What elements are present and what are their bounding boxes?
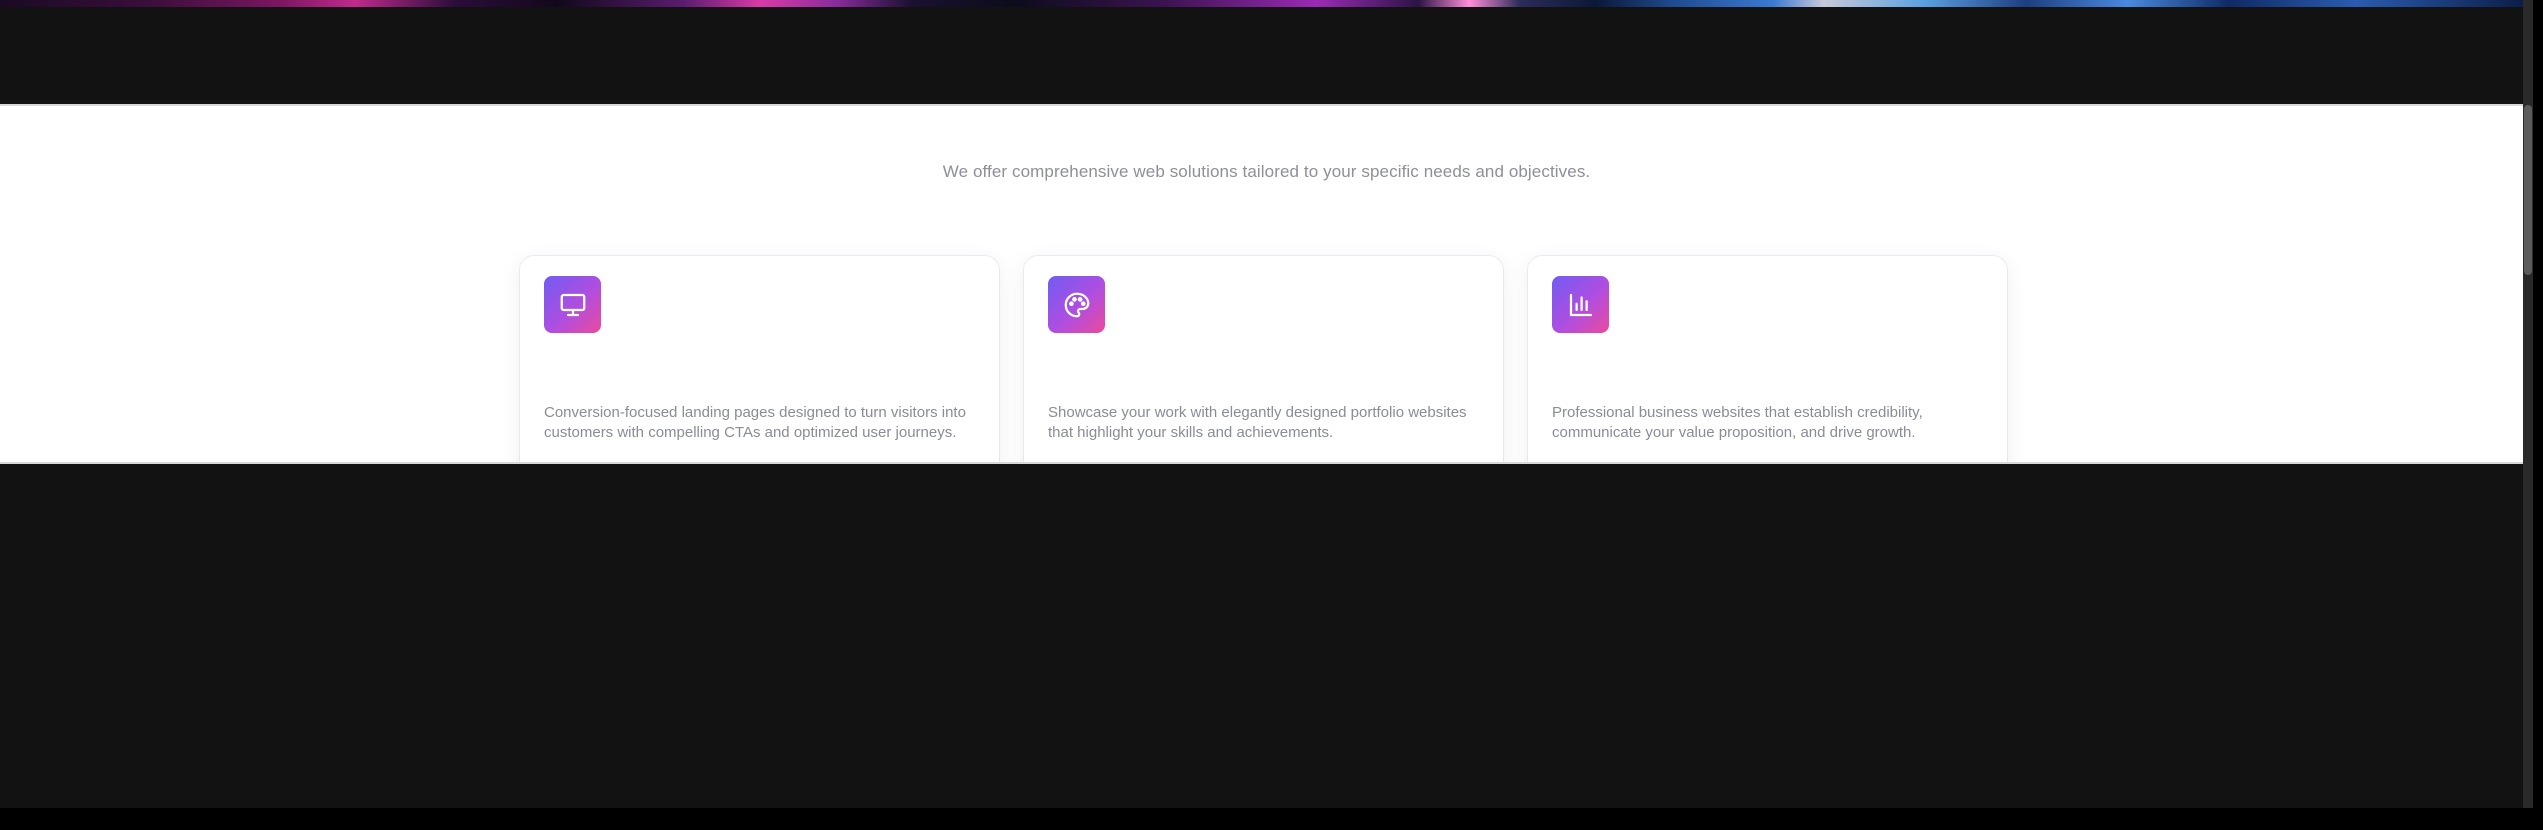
services-section: We offer comprehensive web solutions tai… bbox=[0, 104, 2533, 464]
bar-chart-icon bbox=[1552, 276, 1609, 333]
service-card-landing-page[interactable]: Conversion-focused landing pages designe… bbox=[520, 256, 999, 462]
service-card-portfolio[interactable]: Showcase your work with elegantly design… bbox=[1024, 256, 1503, 462]
page-viewport: We offer comprehensive web solutions tai… bbox=[0, 0, 2533, 808]
card-description: Conversion-focused landing pages designe… bbox=[544, 404, 966, 441]
card-description: Professional business websites that esta… bbox=[1552, 404, 1923, 441]
palette-icon bbox=[1048, 276, 1105, 333]
hero-gradient-strip bbox=[0, 0, 2533, 7]
card-description: Showcase your work with elegantly design… bbox=[1048, 404, 1467, 441]
scrollbar-thumb[interactable] bbox=[2524, 105, 2532, 275]
monitor-icon bbox=[544, 276, 601, 333]
section-subtitle: We offer comprehensive web solutions tai… bbox=[942, 162, 1591, 181]
bottom-bar bbox=[0, 808, 2543, 830]
service-card-business[interactable]: Professional business websites that esta… bbox=[1528, 256, 2007, 462]
vertical-scrollbar[interactable] bbox=[2523, 0, 2533, 808]
